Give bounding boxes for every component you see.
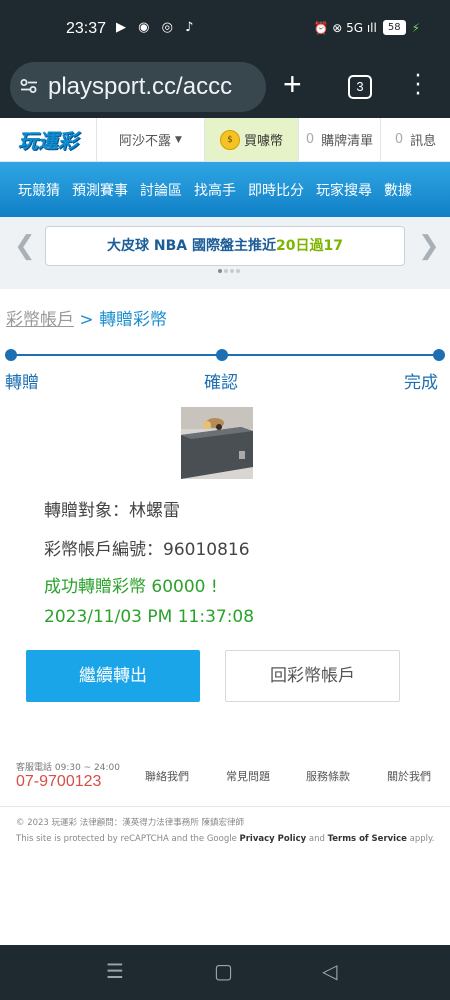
service-hours: 客服電話 09:30 ~ 24:00 [16,763,120,773]
recipient-text: 轉贈對象：林螺雷 [44,501,180,521]
buy-coins-label: 買噱幣 [243,134,283,149]
messages-label: 訊息 [410,134,437,149]
step-dot [433,349,445,361]
breadcrumb-current: 轉贈彩幣 [99,310,168,330]
footer-link-terms[interactable]: 服務條款 [306,768,350,784]
system-icons: ⏰ ⊗ 5G ıll 58 ⚡ [313,20,420,35]
footer-link-contact[interactable]: 聯絡我們 [145,768,189,784]
username: 阿沙不露 [119,134,172,149]
home-icon[interactable]: ▢ [214,959,233,983]
url-text[interactable]: playsport.cc/accc [48,73,232,101]
recaptcha-prefix: This site is protected by reCAPTCHA and … [16,834,240,844]
charging-icon: ⚡ [411,20,420,35]
chevron-left-icon[interactable]: ❮ [14,231,36,261]
step-label-confirm: 確認 [204,373,238,393]
recaptcha-and: and [306,834,328,844]
status-bar: 23:37 ▶ ◉ ◎ ♪ ⏰ ⊗ 5G ıll 58 ⚡ [0,0,450,60]
back-to-account-button[interactable]: 回彩幣帳戶 [225,650,400,702]
nav-item-forum[interactable]: 討論區 [134,180,188,200]
recipient-avatar [181,407,253,479]
carousel-dot [230,269,234,273]
notification-icons: ▶ ◉ ◎ ♪ [116,20,198,35]
carousel-indicator [218,269,240,273]
announce-highlight: 20日過17 [276,238,343,254]
announcement-banner[interactable]: 大皮球 NBA 國際盤主推近20日過17 [45,226,405,266]
announce-prefix: 大皮球 [107,238,150,254]
site-settings-icon[interactable] [10,78,48,97]
carousel-dot [236,269,240,273]
nav-item-experts[interactable]: 找高手 [188,180,242,200]
breadcrumb-separator: > [79,310,94,330]
messages-link[interactable]: 0 訊息 [380,118,450,161]
tab-switcher-button[interactable]: 3 [348,75,372,99]
coin-icon: $ [219,129,240,150]
cart-link[interactable]: 0 購牌清單 [298,118,380,161]
message-count: 0 [394,132,404,147]
address-bar[interactable]: playsport.cc/accc [10,62,266,112]
footer-link-about[interactable]: 關於我們 [387,768,431,784]
progress-steps: 轉贈 確認 完成 [0,343,450,393]
nav-item-predict[interactable]: 預測賽事 [66,180,134,200]
announce-league: NBA [153,238,188,254]
chevron-down-icon: ▼ [175,134,182,145]
continue-transfer-button[interactable]: 繼續轉出 [26,650,200,702]
battery-icon: 58 [382,20,406,35]
breadcrumb-coin-account[interactable]: 彩幣帳戶 [6,310,74,330]
step-dot [5,349,17,361]
site-header: 玩運彩 阿沙不露 ▼ $ 買噱幣 0 購牌清單 0 訊息 [0,118,450,162]
announcement-carousel: ❮ 大皮球 NBA 國際盤主推近20日過17 ❯ [0,217,450,289]
buy-coins-button[interactable]: $ 買噱幣 [204,118,298,161]
step-label-transfer: 轉贈 [5,373,39,393]
more-menu-icon[interactable]: · · · [410,66,426,106]
recaptcha-suffix: apply. [406,834,435,844]
status-time: 23:37 [66,20,107,37]
new-tab-button[interactable]: + [283,66,302,103]
nav-item-play-guess[interactable]: 玩競猜 [18,180,66,200]
transfer-datetime: 2023/11/03 PM 11:37:08 [44,607,255,627]
site-logo[interactable]: 玩運彩 [0,118,96,161]
cart-count: 0 [305,132,315,147]
system-nav-bar: ☰ ▢ ◁ [0,945,450,1000]
browser-toolbar: playsport.cc/accc + 3 · · · [0,60,450,118]
chevron-right-icon[interactable]: ❯ [418,231,440,261]
privacy-policy-link[interactable]: Privacy Policy [240,834,307,844]
user-menu[interactable]: 阿沙不露 ▼ [96,118,204,161]
footer-divider [0,806,450,807]
back-icon[interactable]: ◁ [322,959,337,983]
recent-apps-icon[interactable]: ☰ [106,959,124,983]
copyright-text: © 2023 玩運彩 法律顧問：漢英得力法律事務所 陳鎮宏律師 [16,818,244,828]
footer-link-faq[interactable]: 常見問題 [226,768,270,784]
step-label-complete: 完成 [404,373,438,393]
account-number-text: 彩幣帳戶編號：96010816 [44,540,250,560]
terms-of-service-link[interactable]: Terms of Service [328,834,407,844]
success-message: 成功轉贈彩幣 60000 ! [44,577,218,597]
main-nav: 玩競猜 預測賽事 討論區 找高手 即時比分 玩家搜尋 數據 [0,162,450,217]
breadcrumb: 彩幣帳戶 > 轉贈彩幣 [6,305,167,330]
carousel-dot [224,269,228,273]
nav-item-data[interactable]: 數據 [378,180,418,200]
service-phone[interactable]: 07-9700123 [16,773,101,791]
nav-item-live-score[interactable]: 即時比分 [242,180,310,200]
carousel-dot [218,269,222,273]
nav-item-player-search[interactable]: 玩家搜尋 [310,180,378,200]
step-dot [216,349,228,361]
cart-label: 購牌清單 [321,134,374,149]
signal-icons: ⏰ ⊗ 5G ıll [313,20,377,35]
announce-middle: 國際盤主推近 [192,238,276,254]
recaptcha-notice: This site is protected by reCAPTCHA and … [16,834,435,844]
